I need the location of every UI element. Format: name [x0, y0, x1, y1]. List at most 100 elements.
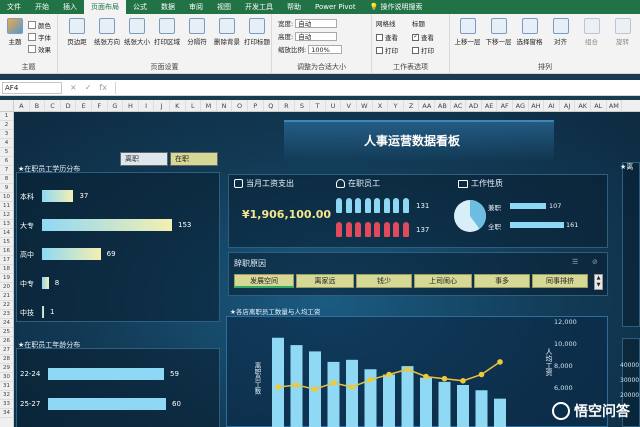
row-header-15[interactable]: 15: [0, 238, 13, 247]
arrange-button-5[interactable]: 旋转: [607, 18, 638, 46]
row-header-11[interactable]: 11: [0, 202, 13, 211]
row-header-17[interactable]: 17: [0, 256, 13, 265]
formula-input[interactable]: [114, 81, 640, 94]
gridlines-view[interactable]: 查看: [376, 32, 398, 42]
column-header-Y[interactable]: Y: [388, 100, 404, 111]
ribbon-tab-10[interactable]: Power Pivot: [308, 0, 363, 14]
column-header-T[interactable]: T: [310, 100, 326, 111]
ribbon-tab-1[interactable]: 开始: [28, 0, 56, 14]
scale-input[interactable]: 100%: [308, 44, 343, 54]
column-header-AI[interactable]: AI: [544, 100, 560, 111]
row-header-13[interactable]: 13: [0, 220, 13, 229]
page-setup-button-1[interactable]: 纸张方向: [92, 18, 122, 46]
reason-button-4[interactable]: 事多: [474, 274, 530, 288]
row-header-34[interactable]: 34: [0, 409, 13, 418]
gridlines-print-checkbox[interactable]: [376, 46, 383, 54]
effects-button[interactable]: 效果: [28, 44, 51, 54]
row-header-31[interactable]: 31: [0, 382, 13, 391]
column-header-S[interactable]: S: [295, 100, 311, 111]
page-setup-button-0[interactable]: 页边距: [62, 18, 92, 46]
row-header-3[interactable]: 3: [0, 130, 13, 139]
slicer-scrollbar[interactable]: ▲ ▼: [594, 274, 603, 290]
row-header-10[interactable]: 10: [0, 193, 13, 202]
row-header-14[interactable]: 14: [0, 229, 13, 238]
headings-view-checkbox[interactable]: [412, 32, 419, 41]
name-box[interactable]: AF4: [2, 81, 62, 94]
reason-button-1[interactable]: 离家远: [296, 274, 354, 288]
gridlines-print[interactable]: 打印: [376, 45, 398, 55]
ribbon-tab-7[interactable]: 视图: [210, 0, 238, 14]
arrange-button-3[interactable]: 对齐: [545, 18, 576, 46]
row-header-2[interactable]: 2: [0, 121, 13, 130]
row-header-26[interactable]: 26: [0, 337, 13, 346]
column-header-AB[interactable]: AB: [435, 100, 451, 111]
row-header-27[interactable]: 27: [0, 346, 13, 355]
gridlines-view-checkbox[interactable]: [376, 33, 383, 41]
column-header-AM[interactable]: AM: [607, 100, 623, 111]
row-header-20[interactable]: 20: [0, 283, 13, 292]
row-header-1[interactable]: 1: [0, 112, 13, 121]
column-header-P[interactable]: P: [248, 100, 264, 111]
reason-button-2[interactable]: 钱少: [356, 274, 412, 288]
ribbon-tab-8[interactable]: 开发工具: [238, 0, 280, 14]
column-header-B[interactable]: B: [30, 100, 46, 111]
column-header-AJ[interactable]: AJ: [560, 100, 576, 111]
reason-button-0[interactable]: 发展空间: [234, 274, 294, 288]
column-header-R[interactable]: R: [279, 100, 295, 111]
column-header-AA[interactable]: AA: [419, 100, 436, 111]
clear-filter-icon[interactable]: ⊘: [592, 258, 598, 266]
reason-button-5[interactable]: 同事排挤: [532, 274, 588, 288]
column-header-AF[interactable]: AF: [497, 100, 513, 111]
colors-button[interactable]: 颜色: [28, 20, 51, 30]
ribbon-tab-2[interactable]: 插入: [56, 0, 84, 14]
row-header-23[interactable]: 23: [0, 310, 13, 319]
enter-icon[interactable]: ✓: [85, 83, 92, 92]
row-header-7[interactable]: 7: [0, 166, 13, 175]
row-header-9[interactable]: 9: [0, 184, 13, 193]
column-header-AH[interactable]: AH: [529, 100, 545, 111]
page-setup-button-2[interactable]: 纸张大小: [122, 18, 152, 46]
multiselect-icon[interactable]: ☰: [572, 258, 578, 266]
row-header-19[interactable]: 19: [0, 274, 13, 283]
arrange-button-4[interactable]: 组合: [576, 18, 607, 46]
height-select[interactable]: 自动: [295, 31, 338, 41]
row-header-32[interactable]: 32: [0, 391, 13, 400]
insert-function-icon[interactable]: fx: [99, 83, 107, 92]
fonts-button[interactable]: 字体: [28, 32, 51, 42]
column-header-J[interactable]: J: [154, 100, 170, 111]
slicer-resigned[interactable]: 离职: [120, 152, 168, 166]
column-header-I[interactable]: I: [139, 100, 155, 111]
column-header-AL[interactable]: AL: [591, 100, 607, 111]
column-header-W[interactable]: W: [357, 100, 373, 111]
select-all-corner[interactable]: [0, 100, 14, 111]
row-header-28[interactable]: 28: [0, 355, 13, 364]
page-setup-button-3[interactable]: 打印区域: [152, 18, 182, 46]
cancel-icon[interactable]: ×: [70, 83, 77, 92]
arrange-button-1[interactable]: 下移一层: [483, 18, 514, 46]
column-header-V[interactable]: V: [341, 100, 358, 111]
ribbon-tab-0[interactable]: 文件: [0, 0, 28, 14]
row-header-6[interactable]: 6: [0, 157, 13, 166]
column-header-L[interactable]: L: [186, 100, 202, 111]
ribbon-tab-5[interactable]: 数据: [154, 0, 182, 14]
column-header-Z[interactable]: Z: [404, 100, 420, 111]
column-header-G[interactable]: G: [108, 100, 124, 111]
row-header-30[interactable]: 30: [0, 373, 13, 382]
column-header-AK[interactable]: AK: [575, 100, 591, 111]
column-header-O[interactable]: O: [232, 100, 248, 111]
headings-view[interactable]: 查看: [412, 32, 434, 42]
column-header-AG[interactable]: AG: [513, 100, 529, 111]
page-setup-button-4[interactable]: 分隔符: [182, 18, 212, 46]
row-header-22[interactable]: 22: [0, 301, 13, 310]
headings-print-checkbox[interactable]: [412, 46, 419, 54]
page-setup-button-5[interactable]: 删除背景: [212, 18, 242, 46]
row-header-16[interactable]: 16: [0, 247, 13, 256]
ribbon-tab-9[interactable]: 帮助: [280, 0, 308, 14]
row-header-24[interactable]: 24: [0, 319, 13, 328]
row-header-25[interactable]: 25: [0, 328, 13, 337]
column-header-AD[interactable]: AD: [466, 100, 482, 111]
headings-print[interactable]: 打印: [412, 45, 434, 55]
theme-button[interactable]: 主题: [2, 18, 28, 46]
row-header-12[interactable]: 12: [0, 211, 13, 220]
column-header-K[interactable]: K: [170, 100, 186, 111]
